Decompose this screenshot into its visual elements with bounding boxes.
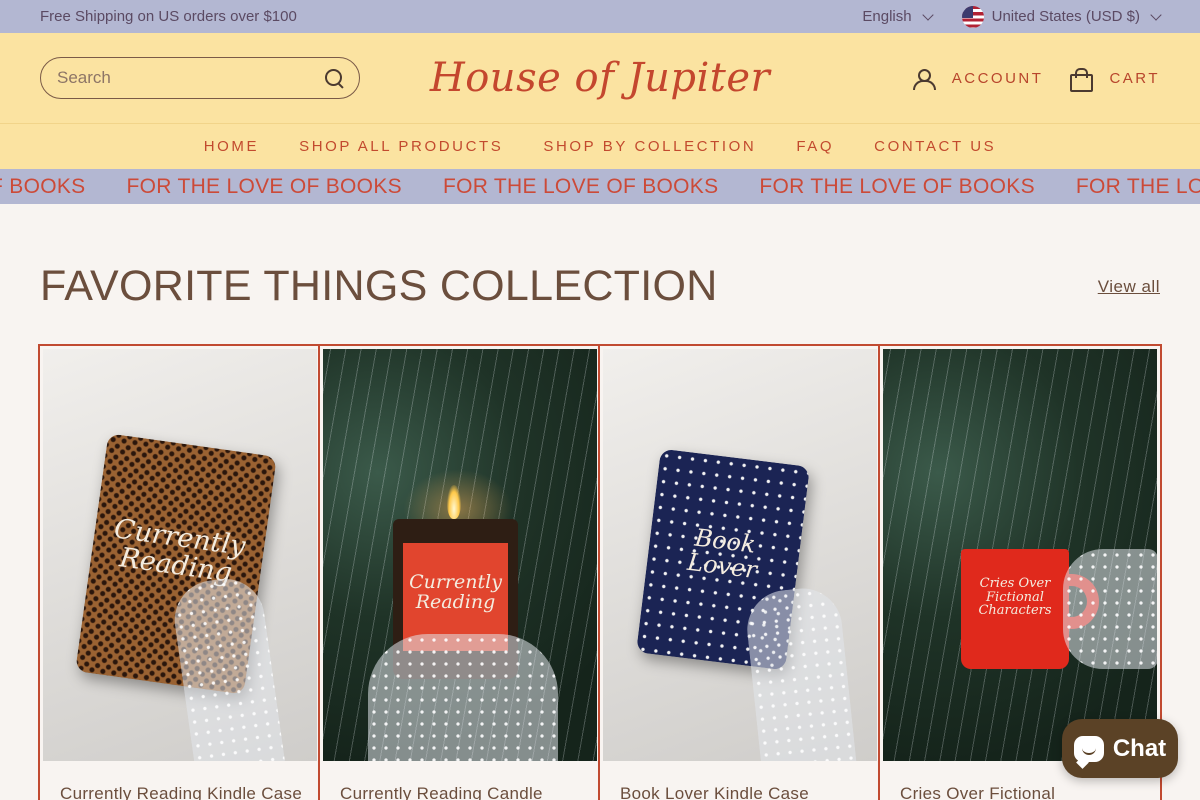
account-link[interactable]: ACCOUNT <box>912 67 1044 90</box>
chat-button[interactable]: Chat <box>1062 719 1178 778</box>
product-image: Cries Over Fictional Characters <box>883 349 1157 761</box>
nav-item-faq[interactable]: FAQ <box>796 138 834 155</box>
product-card[interactable]: Currently Reading Currently Reading Kind… <box>40 346 320 800</box>
chat-label: Chat <box>1112 734 1167 762</box>
red-mug: Cries Over Fictional Characters <box>961 549 1069 669</box>
product-card[interactable]: Currently Reading Currently Reading Cand… <box>320 346 600 800</box>
product-grid: Currently Reading Currently Reading Kind… <box>38 344 1162 800</box>
collection-title: FAVORITE THINGS COLLECTION <box>40 262 718 310</box>
product-name[interactable]: Book Lover Kindle Case <box>620 784 809 800</box>
marquee-track: FOR THE LOVE OF BOOKS FOR THE LOVE OF BO… <box>0 175 1200 199</box>
search-icon[interactable] <box>323 67 345 89</box>
language-selector[interactable]: English <box>862 8 934 25</box>
product-image: Book Lover <box>603 349 877 761</box>
account-label: ACCOUNT <box>951 69 1044 87</box>
currency-label: United States (USD $) <box>991 8 1140 25</box>
product-image-text: Book Lover <box>685 523 759 585</box>
nav-item-shop-all[interactable]: SHOP ALL PRODUCTS <box>299 138 503 155</box>
collection-header: FAVORITE THINGS COLLECTION View all <box>0 262 1200 311</box>
marquee-banner: FOR THE LOVE OF BOOKS FOR THE LOVE OF BO… <box>0 169 1200 204</box>
header-actions: ACCOUNT CART <box>912 67 1160 92</box>
lace-glove <box>1063 549 1157 669</box>
announcement-text: Free Shipping on US orders over $100 <box>40 8 297 25</box>
candle-flame <box>447 485 461 519</box>
product-card[interactable]: Book Lover Book Lover Kindle Case <box>600 346 880 800</box>
product-name[interactable]: Currently Reading Kindle Case <box>60 784 302 800</box>
shopping-bag-icon <box>1069 67 1094 92</box>
chevron-down-icon <box>921 8 934 21</box>
announcement-bar: Free Shipping on US orders over $100 Eng… <box>0 0 1200 33</box>
lace-glove <box>368 634 558 761</box>
locale-selectors: English United States (USD $) <box>862 5 1162 28</box>
marquee-item: FOR THE LOVE OF BOOKS <box>0 174 86 198</box>
product-name[interactable]: Cries Over Fictional <box>900 784 1055 800</box>
product-image-text: Cries Over Fictional Characters <box>978 576 1052 619</box>
product-image: Currently Reading <box>323 349 597 761</box>
marquee-item: FOR THE LOVE OF BOOKS <box>1075 174 1200 198</box>
lace-glove <box>743 584 858 761</box>
nav-item-shop-by-collection[interactable]: SHOP BY COLLECTION <box>543 138 756 155</box>
product-name[interactable]: Currently Reading Candle <box>340 784 543 800</box>
marquee-item: FOR THE LOVE OF BOOKS <box>442 174 719 198</box>
search-bar <box>40 57 360 99</box>
nav-item-home[interactable]: HOME <box>204 138 259 155</box>
currency-selector[interactable]: United States (USD $) <box>961 5 1162 28</box>
marquee-item: FOR THE LOVE OF BOOKS <box>759 174 1035 198</box>
lace-glove <box>169 573 287 761</box>
cart-link[interactable]: CART <box>1069 67 1160 92</box>
search-input[interactable] <box>57 68 323 88</box>
user-icon <box>912 67 936 90</box>
chat-bubble-icon <box>1073 735 1104 762</box>
chevron-down-icon <box>1150 8 1162 21</box>
product-image-text: Currently Reading <box>409 571 502 613</box>
main-nav: HOME SHOP ALL PRODUCTS SHOP BY COLLECTIO… <box>0 124 1200 169</box>
language-label: English <box>862 8 912 25</box>
logo[interactable]: House of Jupiter <box>430 55 770 101</box>
view-all-link[interactable]: View all <box>1098 277 1160 297</box>
site-header: House of Jupiter ACCOUNT CART <box>0 33 1200 124</box>
cart-label: CART <box>1109 69 1160 87</box>
nav-item-contact[interactable]: CONTACT US <box>874 138 996 155</box>
marquee-item: FOR THE LOVE OF BOOKS <box>126 174 402 198</box>
us-flag-icon <box>961 5 984 28</box>
product-image: Currently Reading <box>43 349 317 761</box>
